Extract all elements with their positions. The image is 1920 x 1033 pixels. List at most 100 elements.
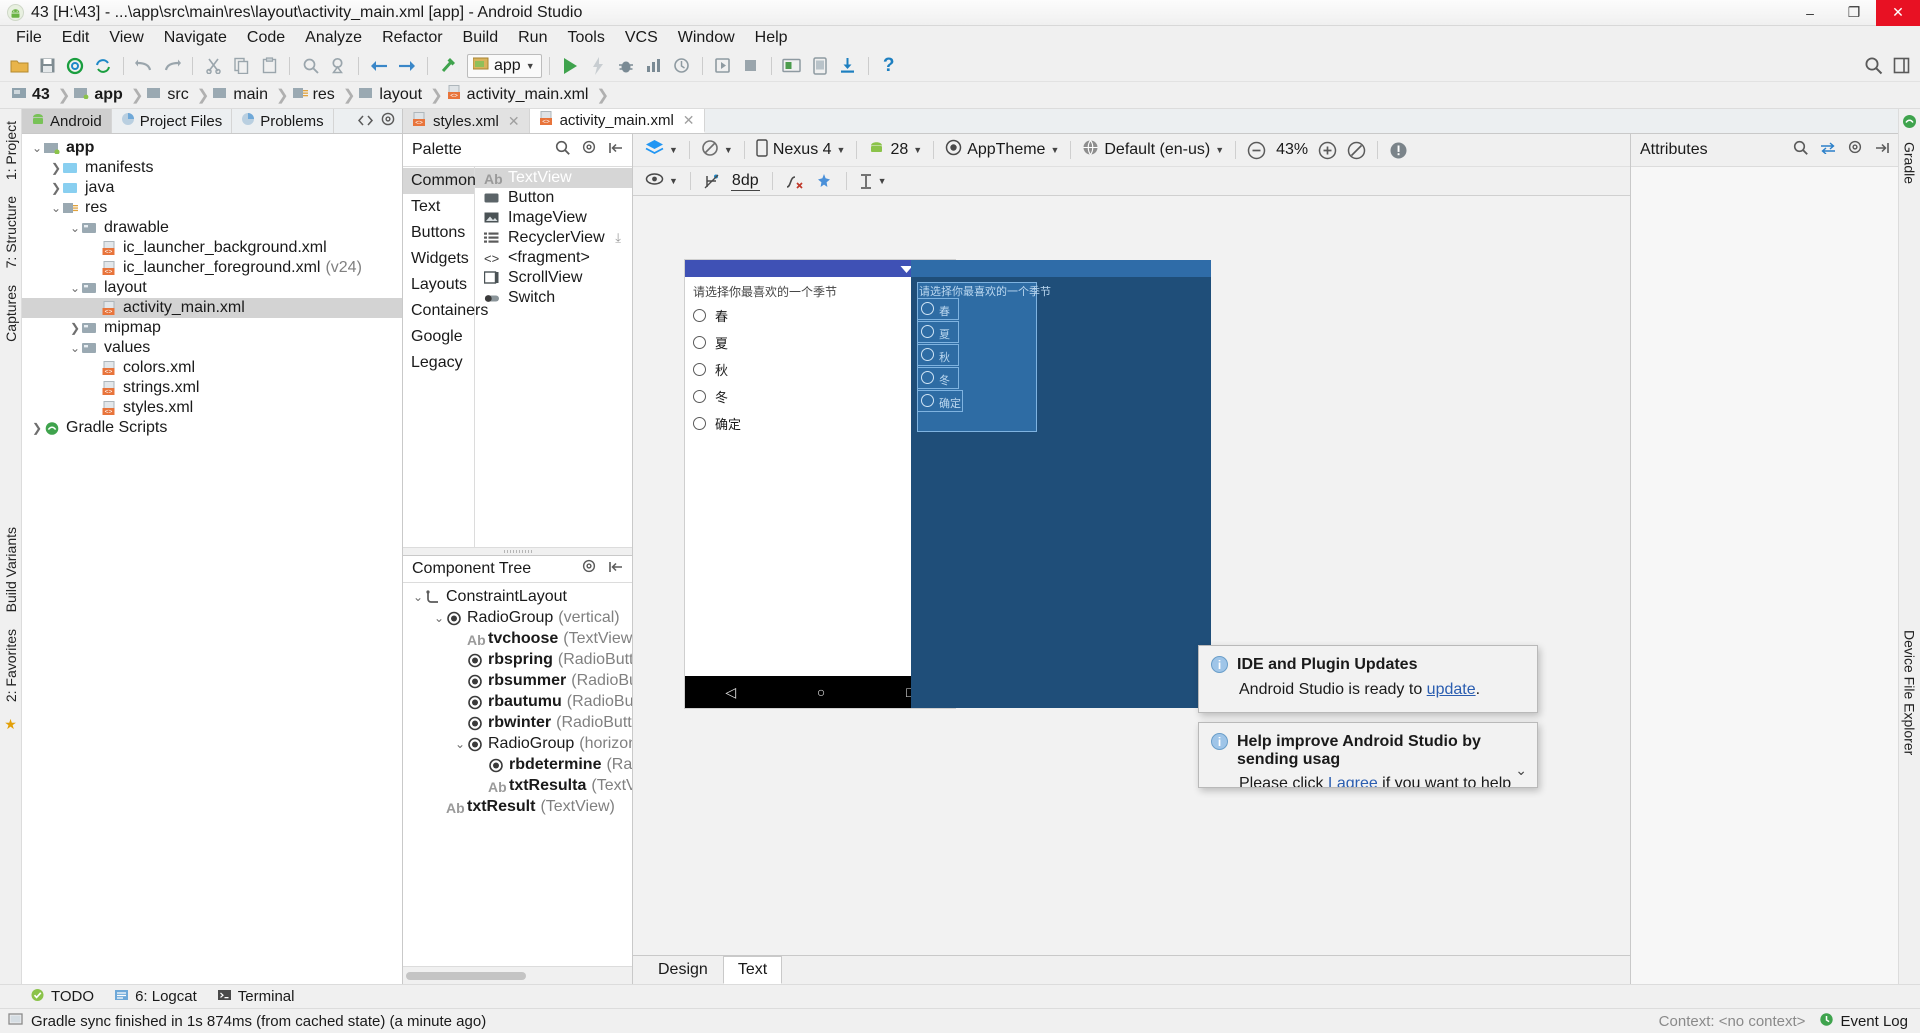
save-all-icon[interactable]	[34, 53, 60, 79]
search-structure-icon[interactable]	[325, 53, 351, 79]
blueprint-rbwinter-box[interactable]	[917, 367, 959, 389]
chevron-right-icon[interactable]: ❯	[49, 181, 63, 195]
palette-categories[interactable]: Common Text Buttons Widgets Layouts Container…	[403, 167, 488, 547]
breadcrumb-item-main[interactable]: main	[211, 86, 274, 104]
zoom-out-button[interactable]	[1243, 139, 1270, 162]
attach-debugger-icon[interactable]	[669, 53, 695, 79]
sidebar-item-project[interactable]: 1: Project	[1, 113, 21, 188]
redo-icon[interactable]	[159, 53, 185, 79]
chevron-down-icon[interactable]: ⌄	[68, 221, 82, 235]
sync-project-icon[interactable]	[62, 53, 88, 79]
component-tree[interactable]: ⌄ ConstraintLayout ⌄ RadioGroup (vertical) Ab…	[403, 582, 632, 966]
tree-row[interactable]: ⌄ app	[22, 138, 402, 158]
breadcrumb-item-res[interactable]: res	[291, 86, 341, 104]
menu-help[interactable]: Help	[745, 27, 798, 49]
component-tree-node[interactable]: rbautumu(RadioButton	[403, 692, 632, 713]
cut-icon[interactable]	[200, 53, 226, 79]
tree-row[interactable]: <> styles.xml	[22, 398, 402, 418]
run-configuration-selector[interactable]: app ▼	[467, 53, 542, 78]
sidebar-item-favorites[interactable]: 2: Favorites	[1, 621, 21, 710]
palette-category-text[interactable]: Text	[403, 194, 474, 220]
run-icon[interactable]	[557, 53, 583, 79]
copy-icon[interactable]	[228, 53, 254, 79]
close-icon[interactable]: ✕	[508, 113, 520, 130]
component-tree-node[interactable]: AbtxtResulta(TextView	[403, 776, 632, 797]
design-canvas[interactable]: 8:00 请选择你最喜欢的一个季节 春夏秋冬确定 ◁ ○ □	[633, 196, 1630, 955]
tree-row[interactable]: ❯ manifests	[22, 158, 402, 178]
blueprint-rbspring-box[interactable]	[917, 298, 959, 320]
pack-button[interactable]	[781, 171, 808, 192]
settings-gear-icon[interactable]	[381, 111, 395, 131]
tree-row[interactable]: <> activity_main.xml	[22, 298, 402, 318]
palette-category-google[interactable]: Google	[403, 324, 474, 350]
project-tree[interactable]: ⌄ app ❯ manifests ❯ java ⌄ res ⌄ drawable <> ic_lau…	[22, 134, 402, 984]
api-level-selector[interactable]: 28 ▼	[864, 139, 926, 161]
gear-icon[interactable]	[1848, 140, 1863, 160]
tree-row[interactable]: ⌄ values	[22, 338, 402, 358]
chevron-down-icon[interactable]: ⌄	[68, 341, 82, 355]
component-tree-node[interactable]: rbdetermine(Radio	[403, 755, 632, 776]
palette-category-legacy[interactable]: Legacy	[403, 350, 474, 376]
collapse-icon[interactable]	[1875, 141, 1889, 159]
zoom-reset-button[interactable]	[1343, 139, 1370, 162]
minimize-button[interactable]: –	[1788, 0, 1832, 26]
breadcrumb-item-src[interactable]: src	[145, 86, 194, 104]
tool-window-terminal[interactable]: Terminal	[217, 988, 294, 1006]
component-tree-node[interactable]: Abtvchoose(TextView) - "	[403, 629, 632, 650]
radio-button-icon[interactable]	[693, 336, 706, 349]
view-options-button[interactable]: ▼	[641, 170, 682, 193]
gear-icon[interactable]	[582, 140, 597, 160]
global-search-icon[interactable]	[1860, 53, 1886, 79]
locale-selector[interactable]: Default (en-us) ▼	[1078, 137, 1228, 163]
avd-manager-icon[interactable]	[807, 53, 833, 79]
menu-edit[interactable]: Edit	[52, 27, 100, 49]
component-tree-node[interactable]: Ab txtResult (TextView)	[403, 797, 632, 818]
menu-vcs[interactable]: VCS	[615, 27, 668, 49]
chevron-down-icon[interactable]: ⌄	[49, 201, 63, 215]
tool-window-todo[interactable]: TODO	[30, 988, 94, 1006]
tree-row[interactable]: ❯ java	[22, 178, 402, 198]
palette-item[interactable]: ImageView	[475, 208, 632, 228]
collapse-icon[interactable]	[609, 141, 623, 159]
menu-navigate[interactable]: Navigate	[154, 27, 237, 49]
build-hammer-icon[interactable]	[435, 53, 461, 79]
maximize-button[interactable]: ❐	[1832, 0, 1876, 26]
component-tree-node[interactable]: ⌄ RadioGroup (vertical)	[403, 608, 632, 629]
tab-text[interactable]: Text	[722, 956, 783, 984]
update-link[interactable]: update	[1427, 681, 1476, 698]
sidebar-item-captures[interactable]: Captures	[1, 277, 21, 350]
design-mode-button[interactable]: ▼	[641, 137, 682, 163]
tab-problems[interactable]: Problems	[232, 109, 334, 133]
tree-row[interactable]: ⌄ drawable	[22, 218, 402, 238]
palette-category-buttons[interactable]: Buttons	[403, 220, 474, 246]
theme-selector[interactable]: AppTheme ▼	[941, 137, 1063, 163]
chevron-down-icon[interactable]: ⌄	[1515, 762, 1527, 779]
blueprint-rbsummer-box[interactable]	[917, 321, 959, 343]
palette-splitter[interactable]	[403, 546, 632, 555]
open-folder-icon[interactable]	[6, 53, 32, 79]
tool-window-logcat[interactable]: 6: Logcat	[114, 988, 197, 1006]
device-selector[interactable]: Nexus 4 ▼	[752, 137, 850, 164]
sidebar-item-structure[interactable]: 7: Structure	[1, 188, 21, 276]
search-icon[interactable]	[555, 140, 570, 160]
undo-icon[interactable]	[131, 53, 157, 79]
close-button[interactable]: ✕	[1876, 0, 1920, 26]
menu-build[interactable]: Build	[453, 27, 509, 49]
collapse-icon[interactable]	[609, 560, 623, 578]
palette-category-layouts[interactable]: Layouts	[403, 272, 474, 298]
tree-row[interactable]: <> colors.xml	[22, 358, 402, 378]
tree-row[interactable]: ❯ mipmap	[22, 318, 402, 338]
notification-ide-updates[interactable]: i IDE and Plugin Updates Android Studio …	[1198, 645, 1538, 713]
breadcrumb-item-app[interactable]: app	[72, 86, 128, 104]
blueprint-rbautumn-box[interactable]	[917, 344, 959, 366]
menu-code[interactable]: Code	[237, 27, 295, 49]
chevron-down-icon[interactable]: ⌄	[432, 611, 446, 625]
apply-changes-icon[interactable]	[585, 53, 611, 79]
palette-items[interactable]: Ab TextView Button ImageView RecyclerView ⤓ <>…	[475, 167, 632, 547]
menu-refactor[interactable]: Refactor	[372, 27, 452, 49]
notification-usage-statistics[interactable]: i Help improve Android Studio by sending…	[1198, 722, 1538, 788]
palette-item[interactable]: Ab TextView	[475, 168, 632, 188]
chevron-down-icon[interactable]: ⌄	[68, 281, 82, 295]
tab-design[interactable]: Design	[643, 956, 723, 984]
component-tree-node[interactable]: rbwinter(RadioButton)	[403, 713, 632, 734]
